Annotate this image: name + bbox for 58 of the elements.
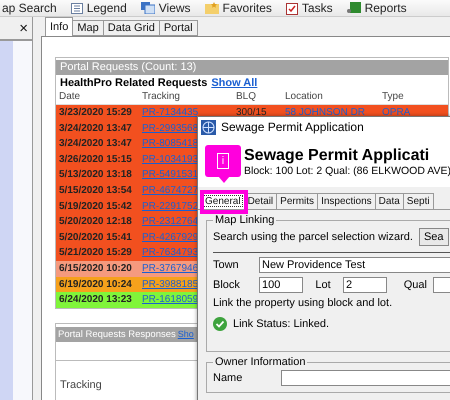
date-cell: 6/15/2020 10:20 [56,260,139,277]
report-book-icon [346,2,361,14]
group-title: Map Linking [214,214,276,226]
date-cell: 6/19/2020 10:24 [56,276,139,292]
tab[interactable]: Inspections [317,193,376,209]
date-cell: 3/23/2020 15:29 [56,105,139,121]
field-label: Lot [314,279,332,291]
name-field[interactable] [281,370,450,386]
tab[interactable]: Septi [402,193,434,209]
panel-title: Portal Requests (Count: 13) [56,60,448,75]
close-button[interactable]: × [19,20,28,36]
field-label: Qual [402,279,427,291]
toolbar-button[interactable]: Legend [68,1,129,15]
date-cell: 6/24/2020 13:23 [56,292,139,308]
tab[interactable]: Portal [158,20,198,36]
toolbar-button[interactable]: ap Search [0,1,59,15]
tracking-link[interactable]: PR-1618059 [142,294,198,306]
link-status: Link Status: Linked. [233,318,330,330]
hint-text: Search using the parcel selection wizard. [213,231,413,243]
window-stack-icon [140,2,155,14]
toolbar-button[interactable]: Favorites [202,1,274,15]
date-cell: 5/15/2020 13:54 [56,182,139,199]
tab[interactable]: Map [72,20,104,36]
panel-title: Portal Requests Responses [58,328,176,340]
column-header: Tracking [60,378,102,391]
date-cell: 3/26/2020 15:15 [56,152,139,168]
field-label: Name [213,372,244,384]
date-cell: 5/20/2020 15:41 [56,230,139,246]
search-button[interactable]: Sea [418,228,449,246]
form-subheading: Block: 100 Lot: 2 Qual: (86 ELKWOOD AVE) [244,165,450,177]
hint-text: Link the property using block and lot. [213,297,392,309]
tab[interactable]: Info [45,17,74,36]
date-cell: 5/19/2020 15:42 [56,198,139,214]
check-circle-icon [213,317,227,331]
date-cell: 3/24/2020 13:47 [56,136,139,152]
toolbar-button[interactable]: Views [138,1,193,15]
form-heading: Sewage Permit Applicati [244,147,430,165]
toolbar-button[interactable]: Tasks [284,1,335,15]
dialog-title: Sewage Permit Application [221,120,364,134]
tab[interactable]: Data Grid [102,20,160,36]
legend-icon [70,2,83,14]
highlight-frame [200,190,248,214]
show-all-link[interactable]: Show All [211,76,258,88]
field-label: Block [213,279,241,291]
clipboard-check-icon [286,2,298,14]
town-field[interactable]: New Providence Test [259,257,450,273]
toolbar-button[interactable]: Reports [344,1,409,15]
date-cell: 3/24/2020 13:47 [56,120,139,136]
date-cell: 5/13/2020 13:18 [56,167,139,183]
block-field[interactable]: 100 [259,277,303,293]
field-label: Town [213,259,240,271]
info-label: i [216,153,230,169]
date-cell: 5/20/2020 12:18 [56,214,139,230]
section-title: HealthPro Related Requests [60,76,208,88]
lot-field[interactable]: 2 [343,277,387,293]
date-cell: 5/21/2020 15:29 [56,245,139,261]
globe-icon [201,120,216,134]
group-title: Owner Information [214,356,306,368]
